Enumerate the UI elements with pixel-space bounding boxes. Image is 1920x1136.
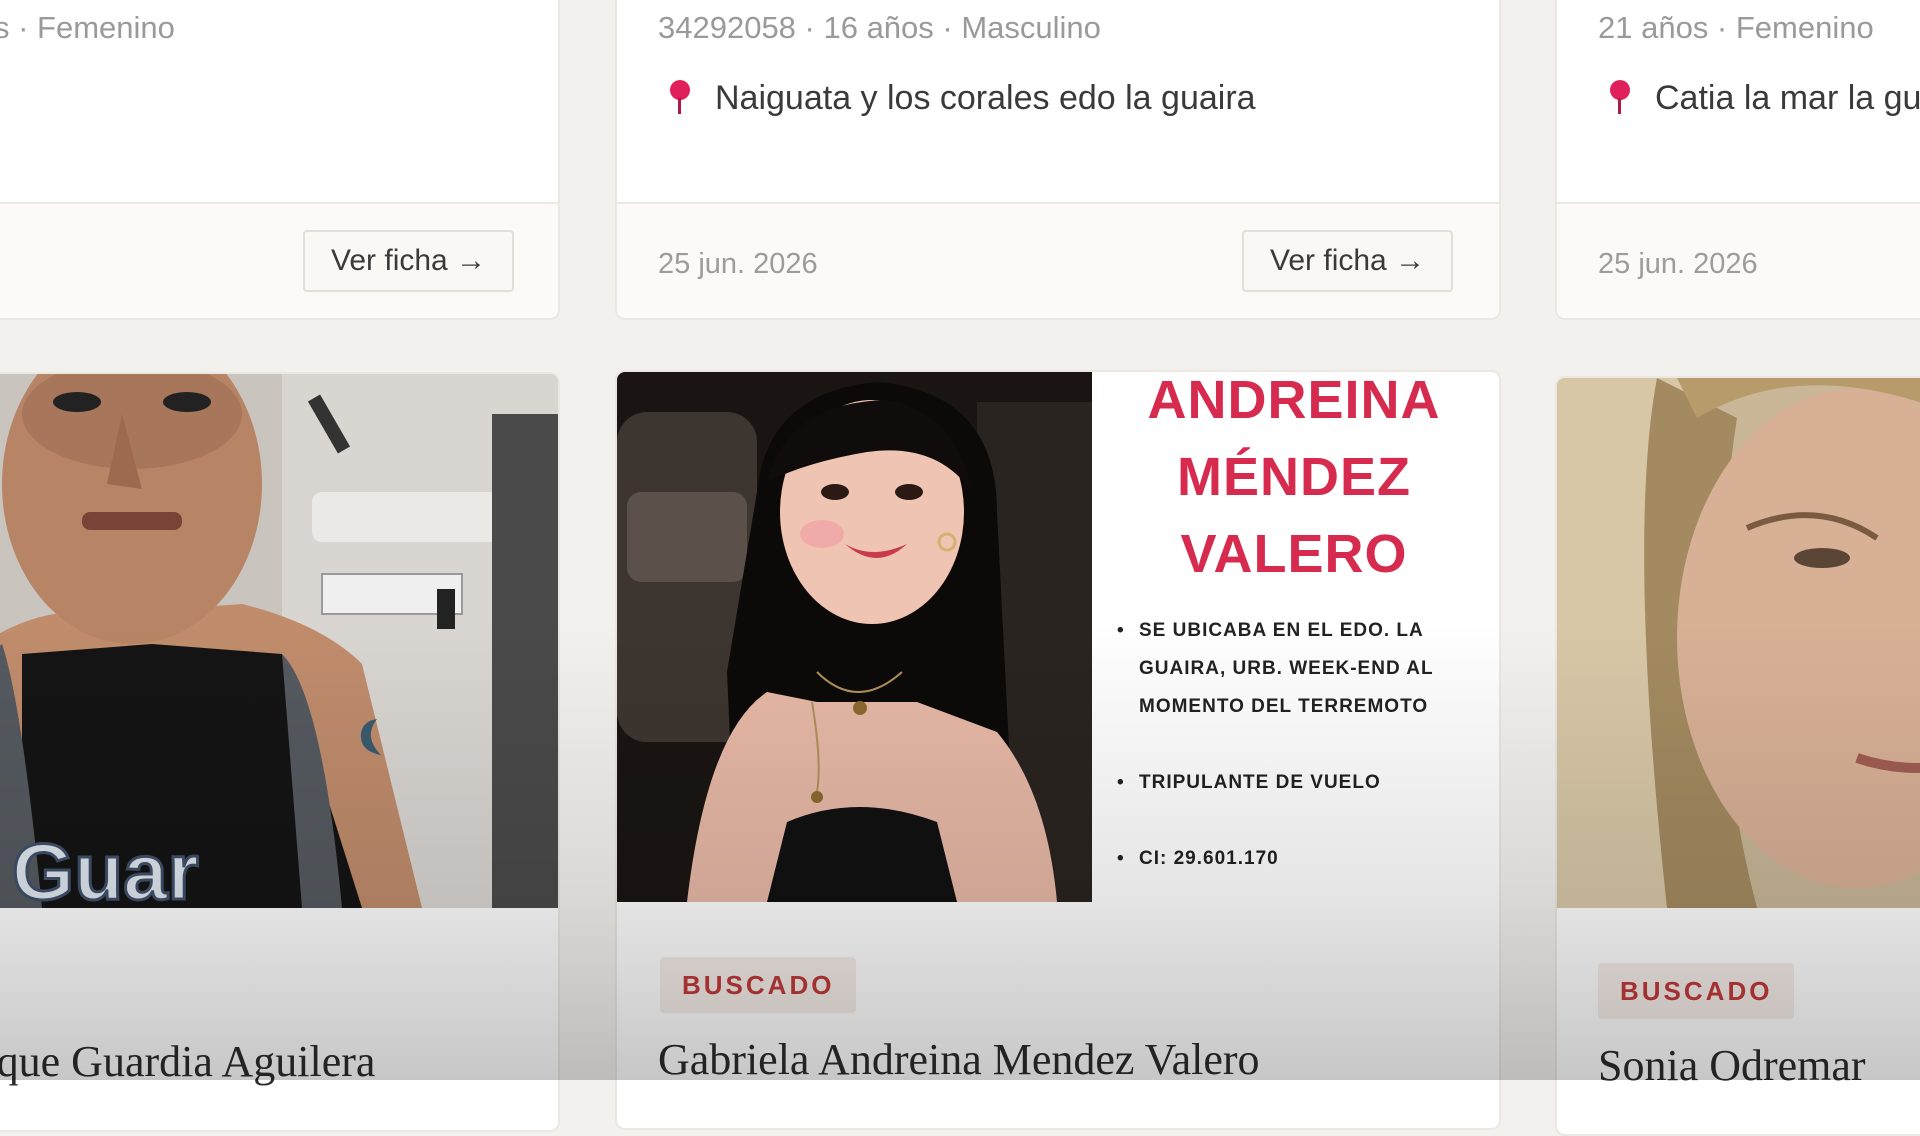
card-footer: 25 jun. 2026	[1557, 204, 1920, 318]
person-photo: Guar	[0, 374, 558, 908]
card-footer: 25 jun. 2026 Ver ficha →	[617, 204, 1499, 318]
person-photo-image: Guar	[0, 374, 558, 908]
person-meta: s · Femenino	[0, 10, 175, 45]
ver-ficha-button[interactable]: Ver ficha →	[303, 230, 515, 292]
poster-title: ANDREINA MÉNDEZ VALERO	[1089, 372, 1499, 593]
person-card-3[interactable]: 21 años · Femenino Catia la mar la gu 25…	[1555, 0, 1920, 320]
location-text: Naiguata y los corales edo la guaira	[715, 78, 1256, 117]
person-photo	[1557, 378, 1920, 908]
shirt-text: Guar	[12, 827, 199, 908]
person-meta: 34292058 · 16 años · Masculino	[658, 10, 1101, 45]
poster-bullet: SE UBICABA EN EL EDO. LA GUAIRA, URB. WE…	[1117, 612, 1497, 726]
person-location: Naiguata y los corales edo la guaira	[667, 78, 1256, 118]
person-card-6[interactable]: BUSCADO Sonia Odremar	[1555, 376, 1920, 1136]
person-photo: ANDREINA MÉNDEZ VALERO SE UBICABA EN EL …	[617, 372, 1499, 902]
person-card-5[interactable]: ANDREINA MÉNDEZ VALERO SE UBICABA EN EL …	[615, 370, 1501, 1130]
poster-title-line: VALERO	[1180, 524, 1408, 584]
ver-ficha-button[interactable]: Ver ficha →	[1242, 230, 1454, 292]
status-badge: BUSCADO	[660, 957, 857, 1013]
person-photo-image	[1557, 378, 1920, 908]
person-name[interactable]: rque Guardia Aguilera	[0, 1036, 375, 1087]
card-footer: Ver ficha →	[0, 204, 558, 318]
poster-bullet: CI: 29.601.170	[1117, 840, 1497, 878]
card-date: 25 jun. 2026	[1598, 248, 1758, 280]
location-pin-icon	[1607, 78, 1633, 118]
person-card-1[interactable]: s · Femenino Ver ficha →	[0, 0, 560, 320]
poster-title-line: MÉNDEZ	[1177, 447, 1411, 507]
person-card-2[interactable]: 34292058 · 16 años · Masculino Naiguata …	[615, 0, 1501, 320]
poster-bullet: TRIPULANTE DE VUELO	[1117, 764, 1497, 802]
poster-details: SE UBICABA EN EL EDO. LA GUAIRA, URB. WE…	[1117, 612, 1497, 902]
person-card-4[interactable]: Guar rque Guardia Aguilera	[0, 372, 560, 1132]
card-date: 25 jun. 2026	[658, 248, 818, 280]
poster-title-line: ANDREINA	[1147, 372, 1441, 430]
status-badge: BUSCADO	[1598, 963, 1795, 1019]
person-location: Catia la mar la gu	[1607, 78, 1920, 118]
person-meta: 21 años · Femenino	[1598, 10, 1874, 45]
person-name[interactable]: Gabriela Andreina Mendez Valero	[658, 1034, 1260, 1085]
location-pin-icon	[667, 78, 693, 118]
person-name[interactable]: Sonia Odremar	[1598, 1040, 1866, 1091]
location-text: Catia la mar la gu	[1655, 78, 1920, 117]
